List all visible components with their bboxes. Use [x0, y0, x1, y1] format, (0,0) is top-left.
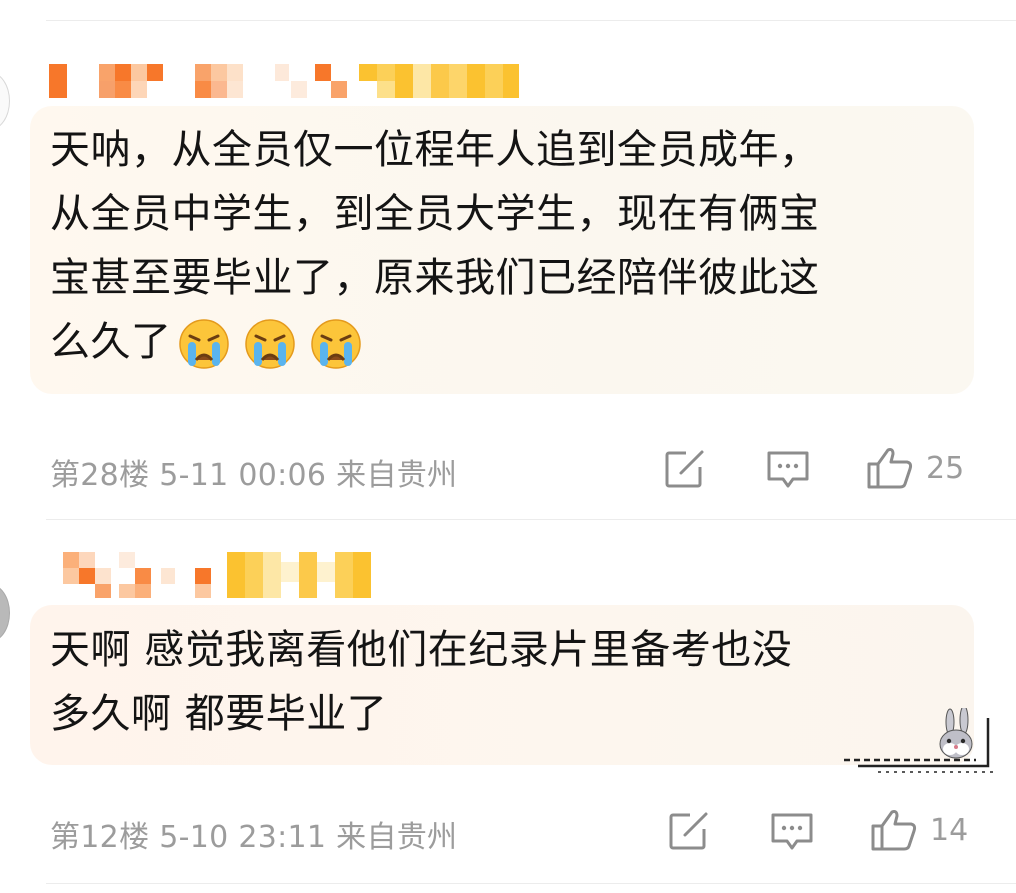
comment-date: 5-11 00:06: [159, 458, 327, 493]
bottom-divider: [46, 883, 1016, 884]
comment-location: 来自贵州: [336, 458, 458, 493]
avatar[interactable]: [0, 584, 10, 642]
comment-meta: 第12楼 5-10 23:11 来自贵州: [50, 812, 457, 856]
edit-icon: [669, 812, 708, 850]
reply-button[interactable]: [766, 449, 810, 491]
like-button[interactable]: 14: [870, 808, 968, 852]
edit-button[interactable]: [664, 449, 706, 489]
crying-face-icon: [178, 319, 229, 369]
thumbs-up-icon: [871, 810, 917, 851]
like-count: 25: [926, 450, 965, 486]
bunny-bubble-decoration-icon: [844, 708, 994, 773]
username-pixelated[interactable]: [49, 64, 529, 98]
thumbs-up-icon: [867, 448, 913, 489]
comment-divider: [46, 519, 1016, 520]
comment-icon: [767, 451, 809, 488]
comment-text: 天呐，从全员仅一位程年人追到全员成年， 从全员中学生，到全员大学生，现在有俩宝 …: [50, 118, 950, 374]
edit-icon: [665, 450, 704, 488]
top-divider: [46, 20, 1016, 21]
like-count: 14: [930, 812, 969, 848]
comment-meta: 第28楼 5-11 00:06 来自贵州: [50, 450, 457, 494]
crying-face-icon: [310, 319, 361, 369]
comment-date: 5-10 23:11: [159, 820, 327, 855]
floor-number: 第12楼: [50, 820, 150, 855]
comment-text: 天啊 感觉我离看他们在纪录片里备考也没 多久啊 都要毕业了: [50, 627, 793, 737]
crying-face-icon: [244, 319, 295, 369]
floor-number: 第28楼: [50, 458, 150, 493]
comment-icon: [771, 813, 813, 850]
username-pixelated[interactable]: [49, 552, 379, 598]
avatar[interactable]: [0, 72, 10, 130]
reply-button[interactable]: [770, 811, 814, 853]
comment-location: 来自贵州: [336, 820, 458, 855]
edit-button[interactable]: [668, 811, 710, 851]
emoji-row: [178, 318, 362, 370]
like-button[interactable]: 25: [866, 446, 964, 490]
